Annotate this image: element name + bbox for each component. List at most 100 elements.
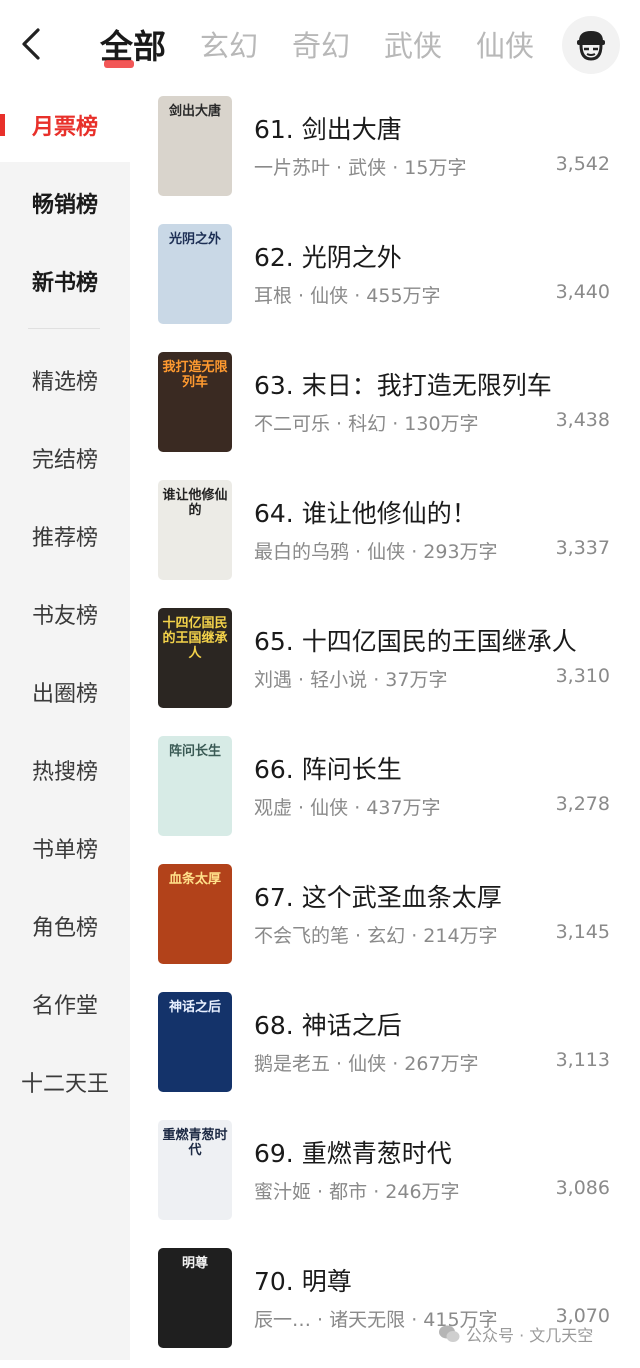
book-row[interactable]: 十四亿国民的王国继承人 65. 十四亿国民的王国继承人 刘遇 · 轻小说 · 3… bbox=[130, 600, 640, 728]
watermark-text: 公众号 · 文几天空 bbox=[466, 1326, 594, 1345]
book-cover[interactable]: 谁让他修仙的 bbox=[158, 480, 232, 580]
book-title[interactable]: 69. 重燃青葱时代 bbox=[254, 1134, 626, 1170]
book-cover[interactable]: 血条太厚 bbox=[158, 864, 232, 964]
sidebar-item-label: 月票榜 bbox=[31, 115, 98, 140]
book-word-count: 293万字 bbox=[423, 541, 498, 563]
sidebar-item-hot-search[interactable]: 热搜榜 bbox=[0, 735, 130, 805]
ticket-count: 3,086 bbox=[555, 1177, 610, 1199]
ticket-count: 3,278 bbox=[555, 793, 610, 815]
book-title[interactable]: 67. 这个武圣血条太厚 bbox=[254, 878, 626, 914]
book-meta: 一片苏叶 · 武侠 · 15万字 bbox=[254, 157, 467, 179]
book-row[interactable]: 重燃青葱时代 69. 重燃青葱时代 蜜汁姬 · 都市 · 246万字 3,086 bbox=[130, 1112, 640, 1240]
sidebar-item-bestseller[interactable]: 畅销榜 bbox=[0, 168, 130, 238]
chevron-left-icon bbox=[22, 28, 40, 60]
sidebar-item-character[interactable]: 角色榜 bbox=[0, 891, 130, 961]
back-button[interactable] bbox=[14, 24, 50, 64]
sidebar-item-twelve-kings[interactable]: 十二天王 bbox=[0, 1047, 130, 1117]
cover-title: 十四亿国民的王国继承人 bbox=[162, 616, 228, 661]
book-genre: 科幻 bbox=[348, 413, 387, 435]
cover-title: 剑出大唐 bbox=[168, 104, 221, 119]
profile-button[interactable] bbox=[562, 16, 620, 74]
ticket-count: 3,145 bbox=[555, 921, 610, 943]
active-marker bbox=[0, 114, 5, 136]
book-author[interactable]: 不会飞的笔 bbox=[254, 925, 349, 947]
top-bar: 全部 玄幻 奇幻 武侠 仙侠 bbox=[0, 0, 640, 88]
book-author[interactable]: 最白的乌鸦 bbox=[254, 541, 349, 563]
book-author[interactable]: 辰一… bbox=[254, 1309, 311, 1331]
cover-title: 明尊 bbox=[181, 1256, 208, 1271]
sidebar-item-completed[interactable]: 完结榜 bbox=[0, 423, 130, 493]
sidebar-item-breakout[interactable]: 出圈榜 bbox=[0, 657, 130, 727]
book-word-count: 214万字 bbox=[423, 925, 498, 947]
book-title[interactable]: 66. 阵问长生 bbox=[254, 750, 626, 786]
book-title[interactable]: 63. 末日：我打造无限列车 bbox=[254, 366, 626, 402]
category-tabs: 全部 玄幻 奇幻 武侠 仙侠 bbox=[100, 0, 568, 88]
book-word-count: 246万字 bbox=[385, 1181, 460, 1203]
book-row[interactable]: 血条太厚 67. 这个武圣血条太厚 不会飞的笔 · 玄幻 · 214万字 3,1… bbox=[130, 856, 640, 984]
book-meta: 最白的乌鸦 · 仙侠 · 293万字 bbox=[254, 541, 498, 563]
ticket-count: 3,310 bbox=[555, 665, 610, 687]
book-genre: 武侠 bbox=[348, 157, 387, 179]
book-genre: 仙侠 bbox=[310, 797, 349, 819]
tab-wuxia[interactable]: 武侠 bbox=[384, 23, 442, 65]
book-meta: 不二可乐 · 科幻 · 130万字 bbox=[254, 413, 479, 435]
book-cover[interactable]: 阵问长生 bbox=[158, 736, 232, 836]
book-author[interactable]: 鹅是老五 bbox=[254, 1053, 330, 1075]
book-author[interactable]: 观虚 bbox=[254, 797, 292, 819]
book-cover[interactable]: 剑出大唐 bbox=[158, 96, 232, 196]
book-cover[interactable]: 明尊 bbox=[158, 1248, 232, 1348]
sidebar-item-selected[interactable]: 精选榜 bbox=[0, 345, 130, 415]
book-meta: 不会飞的笔 · 玄幻 · 214万字 bbox=[254, 925, 498, 947]
book-author[interactable]: 一片苏叶 bbox=[254, 157, 330, 179]
tab-qihuan[interactable]: 奇幻 bbox=[292, 23, 350, 65]
active-tab-indicator bbox=[104, 60, 134, 68]
book-cover[interactable]: 重燃青葱时代 bbox=[158, 1120, 232, 1220]
book-row[interactable]: 神话之后 68. 神话之后 鹅是老五 · 仙侠 · 267万字 3,113 bbox=[130, 984, 640, 1112]
book-meta: 刘遇 · 轻小说 · 37万字 bbox=[254, 669, 448, 691]
cover-title: 血条太厚 bbox=[168, 872, 221, 887]
book-cover[interactable]: 我打造无限列车 bbox=[158, 352, 232, 452]
sidebar-item-booklist[interactable]: 书单榜 bbox=[0, 813, 130, 883]
book-genre: 轻小说 bbox=[310, 669, 368, 691]
book-row[interactable]: 光阴之外 62. 光阴之外 耳根 · 仙侠 · 455万字 3,440 bbox=[130, 216, 640, 344]
book-word-count: 455万字 bbox=[366, 285, 441, 307]
book-title[interactable]: 65. 十四亿国民的王国继承人 bbox=[254, 622, 626, 658]
book-author[interactable]: 蜜汁姬 bbox=[254, 1181, 311, 1203]
book-meta: 耳根 · 仙侠 · 455万字 bbox=[254, 285, 441, 307]
sidebar-item-hall-of-fame[interactable]: 名作堂 bbox=[0, 969, 130, 1039]
sidebar-item-new-book[interactable]: 新书榜 bbox=[0, 246, 130, 316]
book-author[interactable]: 刘遇 bbox=[254, 669, 292, 691]
book-genre: 都市 bbox=[329, 1181, 368, 1203]
book-genre: 玄幻 bbox=[367, 925, 406, 947]
book-author[interactable]: 不二可乐 bbox=[254, 413, 330, 435]
book-row[interactable]: 阵问长生 66. 阵问长生 观虚 · 仙侠 · 437万字 3,278 bbox=[130, 728, 640, 856]
book-author[interactable]: 耳根 bbox=[254, 285, 292, 307]
book-genre: 诸天无限 bbox=[329, 1309, 406, 1331]
book-title[interactable]: 68. 神话之后 bbox=[254, 1006, 626, 1042]
book-word-count: 15万字 bbox=[404, 157, 467, 179]
tab-all[interactable]: 全部 bbox=[100, 20, 166, 68]
ticket-count: 3,337 bbox=[555, 537, 610, 559]
cover-title: 我打造无限列车 bbox=[162, 360, 228, 390]
sidebar-item-monthly-ticket[interactable]: 月票榜 bbox=[0, 90, 130, 160]
book-cover[interactable]: 十四亿国民的王国继承人 bbox=[158, 608, 232, 708]
book-row[interactable]: 我打造无限列车 63. 末日：我打造无限列车 不二可乐 · 科幻 · 130万字… bbox=[130, 344, 640, 472]
ticket-count: 3,438 bbox=[555, 409, 610, 431]
sidebar-item-recommended[interactable]: 推荐榜 bbox=[0, 501, 130, 571]
book-title[interactable]: 61. 剑出大唐 bbox=[254, 110, 626, 146]
cover-title: 神话之后 bbox=[168, 1000, 221, 1015]
sidebar-item-reader-friends[interactable]: 书友榜 bbox=[0, 579, 130, 649]
book-cover[interactable]: 神话之后 bbox=[158, 992, 232, 1092]
book-title[interactable]: 70. 明尊 bbox=[254, 1262, 626, 1298]
book-title[interactable]: 62. 光阴之外 bbox=[254, 238, 626, 274]
book-title[interactable]: 64. 谁让他修仙的！ bbox=[254, 494, 626, 530]
book-cover[interactable]: 光阴之外 bbox=[158, 224, 232, 324]
ticket-count: 3,542 bbox=[555, 153, 610, 175]
tab-xuanhuan[interactable]: 玄幻 bbox=[200, 23, 258, 65]
cover-title: 阵问长生 bbox=[168, 744, 221, 759]
ticket-count: 3,113 bbox=[555, 1049, 610, 1071]
book-row[interactable]: 谁让他修仙的 64. 谁让他修仙的！ 最白的乌鸦 · 仙侠 · 293万字 3,… bbox=[130, 472, 640, 600]
book-row[interactable]: 明尊 70. 明尊 辰一… · 诸天无限 · 415万字 3,070 bbox=[130, 1240, 640, 1368]
book-row[interactable]: 剑出大唐 61. 剑出大唐 一片苏叶 · 武侠 · 15万字 3,542 bbox=[130, 88, 640, 216]
tab-xianxia[interactable]: 仙侠 bbox=[476, 23, 534, 65]
